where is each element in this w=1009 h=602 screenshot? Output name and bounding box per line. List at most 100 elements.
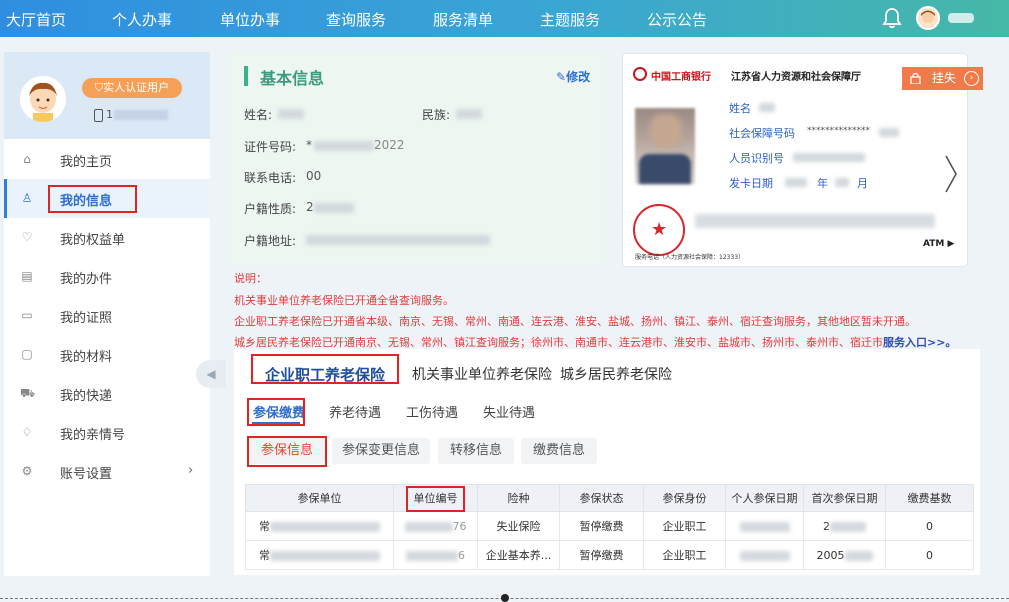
col-header-unit: 参保单位 <box>245 484 394 512</box>
sidebar-item-label: 我的材料 <box>60 350 113 365</box>
sidebar-item-benefits[interactable]: ♡ 我的权益单 <box>4 218 210 257</box>
cell-base: 0 <box>885 511 974 541</box>
sidebar-item-cases[interactable]: ▤ 我的办件 <box>4 257 210 296</box>
user-name-masked[interactable] <box>948 13 974 23</box>
bell-icon[interactable] <box>882 7 902 29</box>
name-label: 姓名: <box>244 108 273 122</box>
card-photo-body <box>639 154 691 184</box>
highlight-box-unit-code <box>406 486 465 512</box>
id-number-masked <box>314 141 374 151</box>
cell-identity: 企业职工 <box>643 511 726 541</box>
nav-theme-services[interactable]: 主题服务 <box>540 9 600 30</box>
cell-status: 暂停缴费 <box>559 540 644 570</box>
nav-personal-affairs[interactable]: 个人办事 <box>112 9 172 30</box>
nav-query-services[interactable]: 查询服务 <box>326 9 386 30</box>
first-date-masked <box>830 521 866 532</box>
nav-announcements[interactable]: 公示公告 <box>647 9 707 30</box>
unit-code-masked <box>404 521 453 532</box>
table-row: 常 6 企业基本养... 暂停缴费 企业职工 2005 0 <box>245 540 974 570</box>
cell-unit-code: 76 <box>393 511 478 541</box>
nav-service-list[interactable]: 服务清单 <box>433 9 493 30</box>
cell-unit-code: 6 <box>393 540 478 570</box>
sidebar-item-home[interactable]: ⌂ 我的主页 <box>4 140 210 179</box>
phone-value: 00 <box>306 169 322 183</box>
household-type-label: 户籍性质: <box>244 202 297 216</box>
unit-masked <box>270 522 380 532</box>
table-row: 常 76 失业保险 暂停缴费 企业职工 2 0 <box>245 511 974 541</box>
cell-status: 暂停缴费 <box>559 511 644 541</box>
tab-institution-pension[interactable]: 机关事业单位养老保险 <box>412 364 552 384</box>
bottom-dot-marker <box>501 594 509 602</box>
sidebar-item-materials[interactable]: ▢ 我的材料 <box>4 335 210 374</box>
edit-label: 修改 <box>566 70 591 84</box>
nav-hall-home[interactable]: 大厅首页 <box>6 9 66 30</box>
user-avatar[interactable] <box>916 6 940 30</box>
chevron-left-icon: ◀ <box>206 367 216 381</box>
card-number-masked <box>695 214 935 228</box>
household-type-value: 2 <box>306 200 314 214</box>
sidebar-item-account-settings[interactable]: ⚙ 账号设置 › <box>4 452 210 491</box>
tab-injury-benefits[interactable]: 工伤待遇 <box>406 402 458 421</box>
cell-personal-date <box>725 511 804 541</box>
document-icon: ▤ <box>21 269 33 283</box>
household-type-masked <box>314 203 354 213</box>
phone-prefix: 1 <box>106 108 113 121</box>
table-header-row: 参保单位 单位编号 险种 参保状态 参保身份 个人参保日期 首次参保日期 缴费基… <box>245 484 974 512</box>
next-card-arrow-icon[interactable] <box>943 154 959 194</box>
nav-unit-affairs[interactable]: 单位办事 <box>220 9 280 30</box>
service-entry-link[interactable]: 服务入口>>。 <box>883 336 956 349</box>
basic-info-title: 基本信息 <box>260 69 325 88</box>
ethnicity-value-masked <box>456 109 482 119</box>
highlight-box-contribution <box>247 398 305 426</box>
pill-payment-info[interactable]: 缴费信息 <box>521 438 597 464</box>
user-icon: ♙ <box>21 191 33 205</box>
atm-label: ATM ▶ <box>923 239 955 249</box>
notes-line-1: 机关事业单位养老保险已开通全省查询服务。 <box>234 294 454 307</box>
person-id-label: 人员识别号 <box>729 152 784 165</box>
first-date-masked <box>844 550 873 561</box>
section-accent-bar <box>244 66 248 86</box>
sidebar-item-label: 我的主页 <box>60 155 113 170</box>
card-name-label: 姓名 <box>729 102 751 115</box>
col-header-base: 缴费基数 <box>885 484 974 512</box>
ss-number-label: 社会保障号码 <box>729 127 795 140</box>
col-header-identity: 参保身份 <box>643 484 726 512</box>
cell-first-date: 2005 <box>803 540 886 570</box>
notes-line-2: 企业职工养老保险已开通省本级、南京、无锡、常州、南通、连云港、淮安、盐城、扬州、… <box>234 315 916 328</box>
tab-pension-benefits[interactable]: 养老待遇 <box>329 402 381 421</box>
person-id-masked <box>793 153 865 162</box>
collapse-sidebar-button[interactable]: ◀ <box>196 360 226 388</box>
chevron-right-circle-icon: › <box>964 71 979 86</box>
pill-transfer-info[interactable]: 转移信息 <box>438 438 514 464</box>
cell-base: 0 <box>885 540 974 570</box>
folder-icon: ▢ <box>21 347 33 361</box>
pill-insurance-change-info[interactable]: 参保变更信息 <box>332 438 430 464</box>
sidebar-item-family-number[interactable]: ♢ 我的亲情号 <box>4 413 210 452</box>
ethnicity-label: 民族: <box>422 108 451 122</box>
tab-resident-pension[interactable]: 城乡居民养老保险 <box>560 364 672 384</box>
phone-icon <box>94 109 103 122</box>
tab-unemployment-benefits[interactable]: 失业待遇 <box>483 402 535 421</box>
report-lost-label: 挂失 <box>932 71 957 85</box>
cell-insurance-type: 企业基本养... <box>477 540 560 570</box>
unit-code-suffix: 76 <box>452 519 467 533</box>
gear-icon: ⚙ <box>21 464 33 478</box>
cell-unit: 常 <box>245 511 394 541</box>
edit-button[interactable]: ✎修改 <box>556 68 590 85</box>
sidebar-item-label: 我的证照 <box>60 311 113 326</box>
highlight-box-insurance-info <box>247 436 327 467</box>
cell-identity: 企业职工 <box>643 540 726 570</box>
notes-line-3: 城乡居民养老保险已开通南京、无锡、常州、镇江查询服务；徐州市、南通市、连云港市、… <box>234 334 956 350</box>
bank-logo-icon <box>633 67 647 81</box>
sidebar-item-label: 我的办件 <box>60 272 113 287</box>
sidebar-item-delivery[interactable]: ⛟ 我的快递 <box>4 374 210 413</box>
ss-number-masked <box>879 128 899 137</box>
card-photo-face <box>650 114 682 148</box>
unit-code-masked <box>406 550 458 561</box>
col-header-first-date: 首次参保日期 <box>803 484 886 512</box>
badge-label: 实人认证用户 <box>103 81 170 94</box>
id-number-suffix: 2022 <box>374 138 405 152</box>
shield-icon: ♡ <box>21 230 33 244</box>
report-lost-button[interactable]: 挂失 › <box>902 67 983 90</box>
sidebar-item-licenses[interactable]: ▭ 我的证照 <box>4 296 210 335</box>
